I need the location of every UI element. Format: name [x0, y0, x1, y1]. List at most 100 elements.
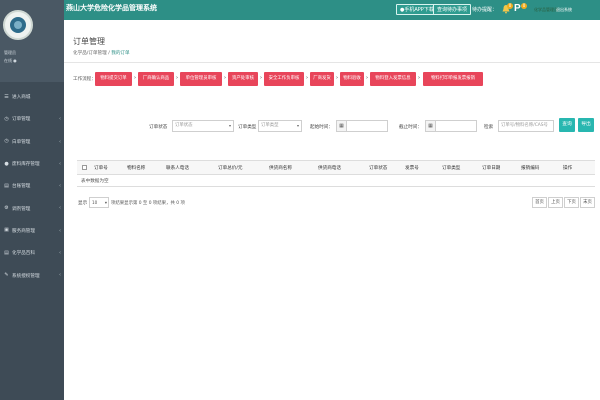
app-download-button[interactable]: ●手机APP下载	[396, 4, 438, 15]
sidebar-item-waste-inventory[interactable]: ● 废料库存管理 ‹	[0, 153, 64, 175]
app-title: 燕山大学危险化学品管理系统	[66, 4, 157, 12]
col-order-status[interactable]: 订单状态	[369, 165, 387, 171]
status-select[interactable]: 订单状态 ▾	[172, 120, 234, 132]
bell-badge: 0	[507, 3, 513, 9]
sidebar-item-transfer[interactable]: ⚙ 调剂管理 ‹	[0, 197, 64, 219]
select-all-checkbox[interactable]	[82, 165, 87, 170]
sidebar-item-authorization[interactable]: ✎ 系统授权管理 ‹	[0, 264, 64, 286]
caret-down-icon: ▾	[228, 123, 231, 128]
chevron-left-icon: ‹	[59, 272, 61, 279]
sidebar-item-label: 订单管理	[12, 117, 31, 123]
query-todo-button[interactable]: 查询待办事项	[433, 4, 472, 15]
sidebar-user-status[interactable]: 在线 ●	[4, 58, 17, 64]
flow-step-submit: 物料提交订单	[95, 72, 132, 86]
breadcrumb-root[interactable]: 化学品/订单管理	[73, 51, 107, 56]
empty-text: 表中数据为空	[81, 179, 109, 184]
box-icon: ▣	[4, 227, 9, 234]
page-size-label: 显示	[78, 201, 88, 206]
sidebar-item-label: 系统授权管理	[12, 273, 40, 279]
status-filter-label: 订单状态	[149, 125, 168, 130]
sidebar-item-label: 白单管理	[12, 139, 31, 145]
next-page-button[interactable]: 下页	[564, 197, 579, 208]
table-header: 订单号 物料名称 联系人电话 订单总价/元 供货商名称 供货商电话 订单状态 发…	[77, 161, 595, 175]
header-divider	[64, 62, 600, 63]
type-select-value: 订单类型	[261, 123, 279, 128]
sidebar-menu: ☰ 进入商城 ◷ 订单管理 ‹ ◷ 白单管理 ‹ ● 废料库存管理 ‹ ▤ 台账管理 ‹ ⚙ 调剂管…	[0, 86, 64, 287]
col-supplier-name[interactable]: 供货商名称	[269, 165, 292, 171]
sidebar-item-label: 服务商管理	[12, 228, 35, 234]
col-order-no[interactable]: 订单号	[94, 165, 108, 171]
chevron-left-icon: ‹	[59, 205, 61, 212]
breadcrumb-separator: /	[108, 51, 110, 56]
sidebar-item-label: 化学品百科	[12, 251, 35, 257]
col-material-name[interactable]: 物料名称	[127, 165, 145, 171]
type-select[interactable]: 订单类型 ▾	[258, 120, 302, 132]
col-actions: 操作	[563, 166, 573, 171]
chevron-left-icon: ‹	[59, 138, 61, 145]
logo-center	[14, 21, 22, 29]
export-button[interactable]: 导出	[578, 118, 594, 132]
clock-icon: ◷	[4, 115, 9, 122]
search-button[interactable]: 查询	[559, 118, 575, 132]
sidebar-item-suppliers[interactable]: ▣ 服务商管理 ‹	[0, 220, 64, 242]
dot-icon: ●	[4, 160, 9, 167]
arrow-right-icon: ›	[418, 75, 420, 81]
gear-icon: ⚙	[4, 205, 9, 212]
calendar-icon: ▦	[337, 121, 347, 131]
page-size-select[interactable]: 10 ▾	[89, 197, 109, 208]
breadcrumb: 化学品/订单管理 / 我的订单	[73, 50, 130, 56]
search-input[interactable]: 订单号/物料名称/CAS号	[498, 120, 554, 132]
table-empty-row: 表中数据为空	[77, 175, 595, 187]
p-badge: 0	[521, 3, 527, 9]
caret-down-icon: ▾	[104, 200, 107, 205]
col-invoice-no[interactable]: 发票号	[405, 165, 419, 171]
status-select-value: 订单状态	[175, 123, 193, 128]
sidebar-item-mall[interactable]: ☰ 进入商城	[0, 86, 64, 108]
prev-page-button[interactable]: 上页	[548, 197, 563, 208]
flow-step-acceptance: 物料验收	[340, 72, 364, 86]
col-reimburse-code[interactable]: 报销编码	[521, 165, 539, 171]
main-content: 订单管理 化学品/订单管理 / 我的订单 工作流程： 物料提交订单 › 厂商确认…	[64, 20, 600, 400]
sidebar: 管理员 在线 ● ☰ 进入商城 ◷ 订单管理 ‹ ◷ 白单管理 ‹ ● 废料库存管理 ‹ ▤ 台…	[0, 0, 64, 400]
type-filter-label: 订单类型	[238, 125, 257, 130]
caret-down-icon: ▾	[296, 123, 299, 128]
end-time-label: 截止时间：	[399, 125, 422, 130]
chevron-left-icon: ‹	[59, 160, 61, 167]
col-supplier-phone[interactable]: 供货商电话	[318, 165, 341, 171]
sidebar-item-encyclopedia[interactable]: ▤ 化学品百科 ‹	[0, 242, 64, 264]
pencil-icon: ✎	[4, 272, 9, 279]
logo-emblem	[10, 17, 26, 33]
clock-icon: ◷	[4, 138, 9, 145]
col-contact-phone[interactable]: 联系人电话	[166, 165, 189, 171]
page-size-value: 10	[92, 200, 98, 205]
col-order-type[interactable]: 订单类型	[442, 165, 460, 171]
col-order-date[interactable]: 订单日期	[482, 165, 500, 171]
last-page-button[interactable]: 末页	[580, 197, 595, 208]
flow-step-invoice-entry: 物料登入发票信息	[370, 72, 416, 86]
chevron-left-icon: ‹	[59, 250, 61, 257]
sidebar-user-name: 管理员	[4, 50, 16, 55]
sidebar-item-label: 进入商城	[12, 95, 31, 101]
sidebar-item-white-list[interactable]: ◷ 白单管理 ‹	[0, 131, 64, 153]
sidebar-item-orders[interactable]: ◷ 订单管理 ‹	[0, 108, 64, 130]
col-total-price[interactable]: 订单总价/元	[218, 165, 243, 171]
sidebar-item-label: 废料库存管理	[12, 162, 40, 168]
page-info: 项结果显示第 0 至 0 项结果，共 0 项	[111, 201, 185, 206]
sidebar-item-ledger[interactable]: ▤ 台账管理 ‹	[0, 175, 64, 197]
top-user-label[interactable]: 化学品管理员	[534, 7, 558, 13]
flow-step-asset-review: 资产处审核	[228, 72, 258, 86]
page-title: 订单管理	[73, 37, 105, 46]
start-date-input[interactable]: ▦	[336, 120, 388, 132]
todo-label: 待办提醒：	[472, 7, 498, 13]
orders-table: 订单号 物料名称 联系人电话 订单总价/元 供货商名称 供货商电话 订单状态 发…	[77, 160, 595, 187]
end-date-input[interactable]: ▦	[425, 120, 477, 132]
p-icon[interactable]: P	[514, 3, 521, 14]
chevron-left-icon: ‹	[59, 116, 61, 123]
exit-button[interactable]: 退出系统	[556, 7, 572, 13]
chevron-left-icon: ‹	[59, 227, 61, 234]
first-page-button[interactable]: 首页	[532, 197, 547, 208]
flow-step-safety-review: 安全工作负审核	[264, 72, 304, 86]
university-logo	[3, 10, 33, 40]
workflow-label: 工作流程：	[73, 77, 96, 82]
flow-step-print-reimburse: 物料打印单报发票报销	[423, 72, 483, 86]
